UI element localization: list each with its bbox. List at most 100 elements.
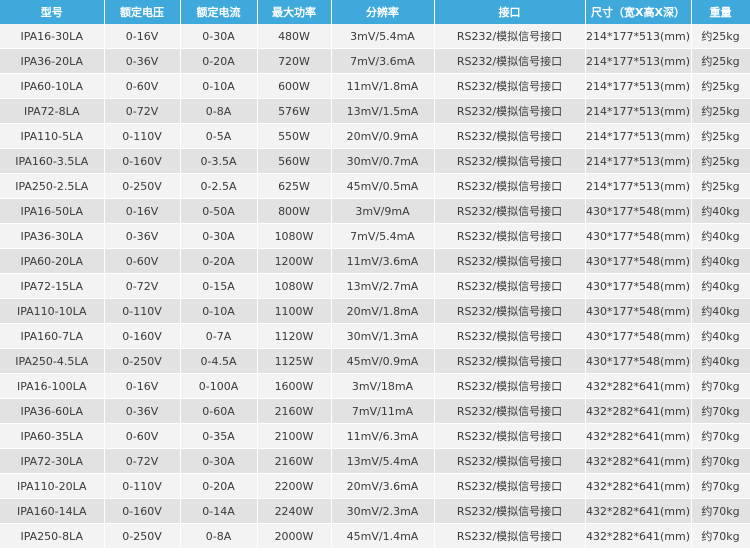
cell-dimensions: 214*177*513(mm): [585, 24, 692, 49]
cell-dimensions: 430*177*548(mm): [585, 323, 692, 349]
cell-model: IPA60-20LA: [0, 248, 105, 274]
cell-model: IPA110-20LA: [0, 473, 105, 499]
cell-dimensions: 214*177*513(mm): [585, 98, 692, 124]
cell-current: 0-30A: [180, 24, 258, 49]
cell-resolution: 3mV/18mA: [331, 373, 435, 399]
cell-interface: RS232/模拟信号接口: [434, 223, 586, 249]
cell-power: 480W: [257, 24, 332, 49]
cell-model: IPA60-35LA: [0, 423, 105, 449]
cell-weight: 约25kg: [691, 73, 750, 99]
cell-interface: RS232/模拟信号接口: [434, 73, 586, 99]
cell-resolution: 45mV/1.4mA: [331, 523, 435, 549]
table-row: IPA110-5LA 0-110V 0-5A 550W 20mV/0.9mA RS232/…: [0, 123, 750, 149]
cell-dimensions: 432*282*641(mm): [585, 498, 692, 524]
cell-resolution: 13mV/2.7mA: [331, 273, 435, 299]
table-row: IPA72-8LA 0-72V 0-8A 576W 13mV/1.5mA RS232/模拟…: [0, 98, 750, 124]
cell-resolution: 3mV/9mA: [331, 198, 435, 224]
cell-interface: RS232/模拟信号接口: [434, 248, 586, 274]
spec-table: 型号 额定电压 额定电流 最大功率 分辨率 接口 尺寸（宽X高X深） 重量 IP…: [0, 0, 750, 549]
table-row: IPA72-15LA 0-72V 0-15A 1080W 13mV/2.7mA RS232…: [0, 273, 750, 299]
cell-current: 0-60A: [180, 398, 258, 424]
cell-weight: 约40kg: [691, 273, 750, 299]
cell-interface: RS232/模拟信号接口: [434, 298, 586, 324]
cell-current: 0-20A: [180, 48, 258, 74]
cell-resolution: 45mV/0.9mA: [331, 348, 435, 374]
table-row: IPA16-50LA 0-16V 0-50A 800W 3mV/9mA RS232/模拟信…: [0, 198, 750, 224]
cell-weight: 约40kg: [691, 198, 750, 224]
cell-power: 800W: [257, 198, 332, 224]
cell-dimensions: 432*282*641(mm): [585, 398, 692, 424]
cell-voltage: 0-250V: [104, 523, 181, 549]
cell-resolution: 7mV/5.4mA: [331, 223, 435, 249]
cell-model: IPA160-14LA: [0, 498, 105, 524]
cell-voltage: 0-72V: [104, 98, 181, 124]
cell-power: 2160W: [257, 448, 332, 474]
table-row: IPA160-7LA 0-160V 0-7A 1120W 30mV/1.3mA RS232…: [0, 323, 750, 349]
cell-current: 0-10A: [180, 298, 258, 324]
cell-dimensions: 214*177*513(mm): [585, 123, 692, 149]
cell-weight: 约25kg: [691, 123, 750, 149]
cell-model: IPA36-60LA: [0, 398, 105, 424]
table-row: IPA60-20LA 0-60V 0-20A 1200W 11mV/3.6mA RS232…: [0, 248, 750, 274]
header-weight: 重量: [691, 0, 750, 24]
cell-voltage: 0-36V: [104, 398, 181, 424]
cell-voltage: 0-16V: [104, 373, 181, 399]
cell-voltage: 0-160V: [104, 498, 181, 524]
cell-weight: 约70kg: [691, 523, 750, 549]
cell-current: 0-15A: [180, 273, 258, 299]
cell-resolution: 11mV/1.8mA: [331, 73, 435, 99]
cell-voltage: 0-250V: [104, 348, 181, 374]
cell-power: 2240W: [257, 498, 332, 524]
cell-power: 2160W: [257, 398, 332, 424]
header-max-power: 最大功率: [257, 0, 332, 24]
cell-current: 0-2.5A: [180, 173, 258, 199]
cell-dimensions: 432*282*641(mm): [585, 523, 692, 549]
cell-power: 2100W: [257, 423, 332, 449]
cell-model: IPA72-30LA: [0, 448, 105, 474]
cell-weight: 约25kg: [691, 48, 750, 74]
cell-model: IPA250-4.5LA: [0, 348, 105, 374]
cell-voltage: 0-60V: [104, 248, 181, 274]
cell-power: 1120W: [257, 323, 332, 349]
table-row: IPA110-20LA 0-110V 0-20A 2200W 20mV/3.6mA RS2…: [0, 473, 750, 499]
cell-interface: RS232/模拟信号接口: [434, 198, 586, 224]
cell-current: 0-50A: [180, 198, 258, 224]
cell-model: IPA110-5LA: [0, 123, 105, 149]
cell-dimensions: 214*177*513(mm): [585, 173, 692, 199]
cell-interface: RS232/模拟信号接口: [434, 24, 586, 49]
cell-current: 0-14A: [180, 498, 258, 524]
cell-model: IPA250-8LA: [0, 523, 105, 549]
cell-power: 1125W: [257, 348, 332, 374]
header-model: 型号: [0, 0, 105, 24]
cell-voltage: 0-60V: [104, 423, 181, 449]
cell-model: IPA160-7LA: [0, 323, 105, 349]
cell-weight: 约25kg: [691, 24, 750, 49]
cell-model: IPA36-20LA: [0, 48, 105, 74]
cell-weight: 约40kg: [691, 248, 750, 274]
cell-resolution: 13mV/5.4mA: [331, 448, 435, 474]
cell-interface: RS232/模拟信号接口: [434, 173, 586, 199]
cell-dimensions: 430*177*548(mm): [585, 348, 692, 374]
cell-voltage: 0-160V: [104, 148, 181, 174]
cell-resolution: 7mV/3.6mA: [331, 48, 435, 74]
table-row: IPA160-14LA 0-160V 0-14A 2240W 30mV/2.3mA RS2…: [0, 498, 750, 524]
cell-dimensions: 430*177*548(mm): [585, 298, 692, 324]
cell-resolution: 11mV/6.3mA: [331, 423, 435, 449]
cell-dimensions: 214*177*513(mm): [585, 148, 692, 174]
cell-current: 0-5A: [180, 123, 258, 149]
cell-interface: RS232/模拟信号接口: [434, 123, 586, 149]
cell-interface: RS232/模拟信号接口: [434, 523, 586, 549]
cell-interface: RS232/模拟信号接口: [434, 148, 586, 174]
cell-resolution: 3mV/5.4mA: [331, 24, 435, 49]
cell-interface: RS232/模拟信号接口: [434, 398, 586, 424]
cell-resolution: 13mV/1.5mA: [331, 98, 435, 124]
cell-interface: RS232/模拟信号接口: [434, 98, 586, 124]
cell-interface: RS232/模拟信号接口: [434, 423, 586, 449]
cell-interface: RS232/模拟信号接口: [434, 498, 586, 524]
cell-current: 0-30A: [180, 223, 258, 249]
cell-model: IPA60-10LA: [0, 73, 105, 99]
cell-interface: RS232/模拟信号接口: [434, 48, 586, 74]
cell-interface: RS232/模拟信号接口: [434, 448, 586, 474]
cell-power: 1080W: [257, 273, 332, 299]
cell-voltage: 0-72V: [104, 448, 181, 474]
